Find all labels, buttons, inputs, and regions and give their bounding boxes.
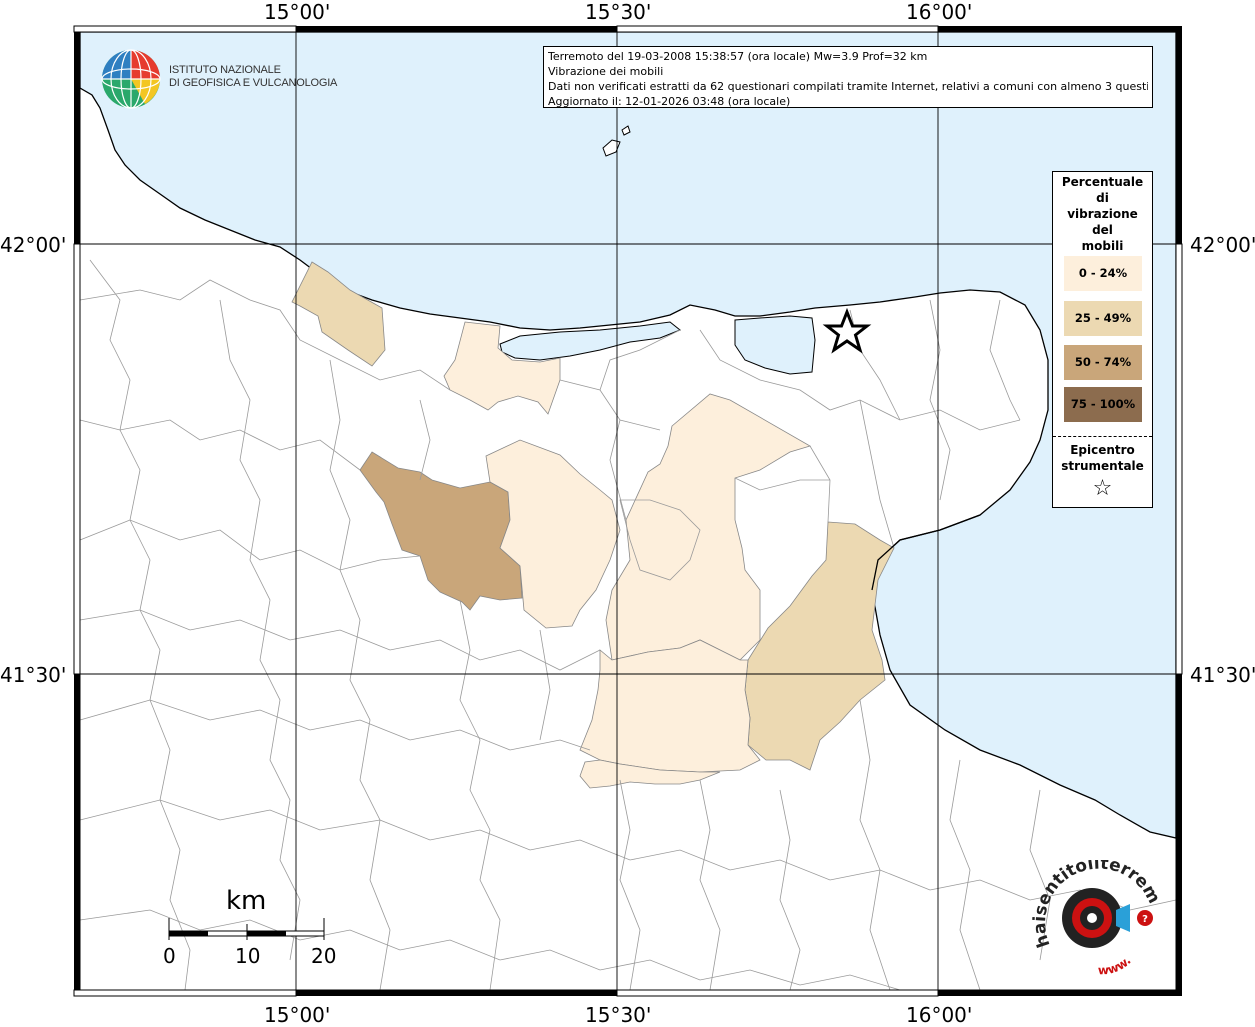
- ingv-logo-line1: ISTITUTO NAZIONALE: [169, 64, 281, 76]
- hsit-logo: haisentitoilterremoto.it www. ?: [1024, 845, 1165, 980]
- legend-title-line: Percentuale: [1061, 175, 1144, 189]
- ingv-logo-text: ISTITUTO NAZIONALE DI GEOFISICA E VULCAN…: [169, 64, 337, 90]
- municipality-0-24: [579, 639, 761, 773]
- globe-icon: [101, 49, 161, 109]
- scale-tick-0: 0: [163, 944, 176, 968]
- lon-label-bottom-3: 16°00': [906, 1003, 973, 1027]
- lon-label-top-2: 15°30': [585, 0, 652, 24]
- legend-star-icon: ☆: [1092, 476, 1113, 501]
- ingv-logo-line2: DI GEOFISICA E VULCANOLOGIA: [169, 77, 338, 89]
- legend-title-line: di: [1096, 191, 1109, 205]
- lat-label-left-2: 41°30': [0, 663, 67, 687]
- legend-class-75-100: 75 - 100%: [1064, 387, 1142, 422]
- ingv-logo: ISTITUTO NAZIONALE DI GEOFISICA E VULCAN…: [100, 48, 337, 110]
- legend-class-0-24: 0 - 24%: [1064, 256, 1142, 291]
- info-line-updated: Aggiornato il: 12-01-2026 03:48 (ora loc…: [548, 95, 791, 108]
- legend-class-25-49: 25 - 49%: [1064, 301, 1142, 336]
- scale-unit: km: [226, 886, 267, 916]
- hsit-logo-www: www.: [1098, 954, 1134, 978]
- info-box: Terremoto del 19-03-2008 15:38:57 (ora l…: [543, 46, 1153, 108]
- lon-label-bottom-2: 15°30': [585, 1003, 652, 1027]
- legend-epicenter-line: strumentale: [1061, 459, 1144, 473]
- legend-title-line: vibrazione: [1067, 207, 1138, 221]
- legend-epicenter-label: Epicentro strumentale: [1053, 442, 1152, 474]
- lat-label-right-1: 42°00': [1190, 233, 1255, 257]
- lat-label-left-1: 42°00': [0, 233, 67, 257]
- legend-title-line: del: [1092, 223, 1113, 237]
- lon-label-top-3: 16°00': [906, 0, 973, 24]
- hsit-logo-svg: haisentitoilterremoto.it www. ?: [1024, 845, 1164, 978]
- legend-separator: [1053, 436, 1152, 437]
- info-line-disclaimer: Dati non verificati estratti da 62 quest…: [548, 80, 1148, 93]
- lon-label-bottom-1: 15°00': [264, 1003, 331, 1027]
- info-line-event: Terremoto del 19-03-2008 15:38:57 (ora l…: [548, 50, 928, 63]
- lon-label-top-1: 15°00': [264, 0, 331, 24]
- scale-tick-10: 10: [235, 944, 261, 968]
- legend-epicenter-line: Epicentro: [1070, 443, 1135, 457]
- legend-class-50-74: 50 - 74%: [1064, 345, 1142, 380]
- legend: Percentuale di vibrazione del mobili 0 -…: [1052, 171, 1153, 508]
- lat-label-right-2: 41°30': [1190, 663, 1255, 687]
- legend-title-line: mobili: [1081, 239, 1124, 253]
- legend-title: Percentuale di vibrazione del mobili: [1053, 174, 1152, 254]
- info-line-parameter: Vibrazione dei mobili: [548, 65, 664, 78]
- scale-tick-20: 20: [311, 944, 337, 968]
- svg-text:?: ?: [1142, 914, 1148, 925]
